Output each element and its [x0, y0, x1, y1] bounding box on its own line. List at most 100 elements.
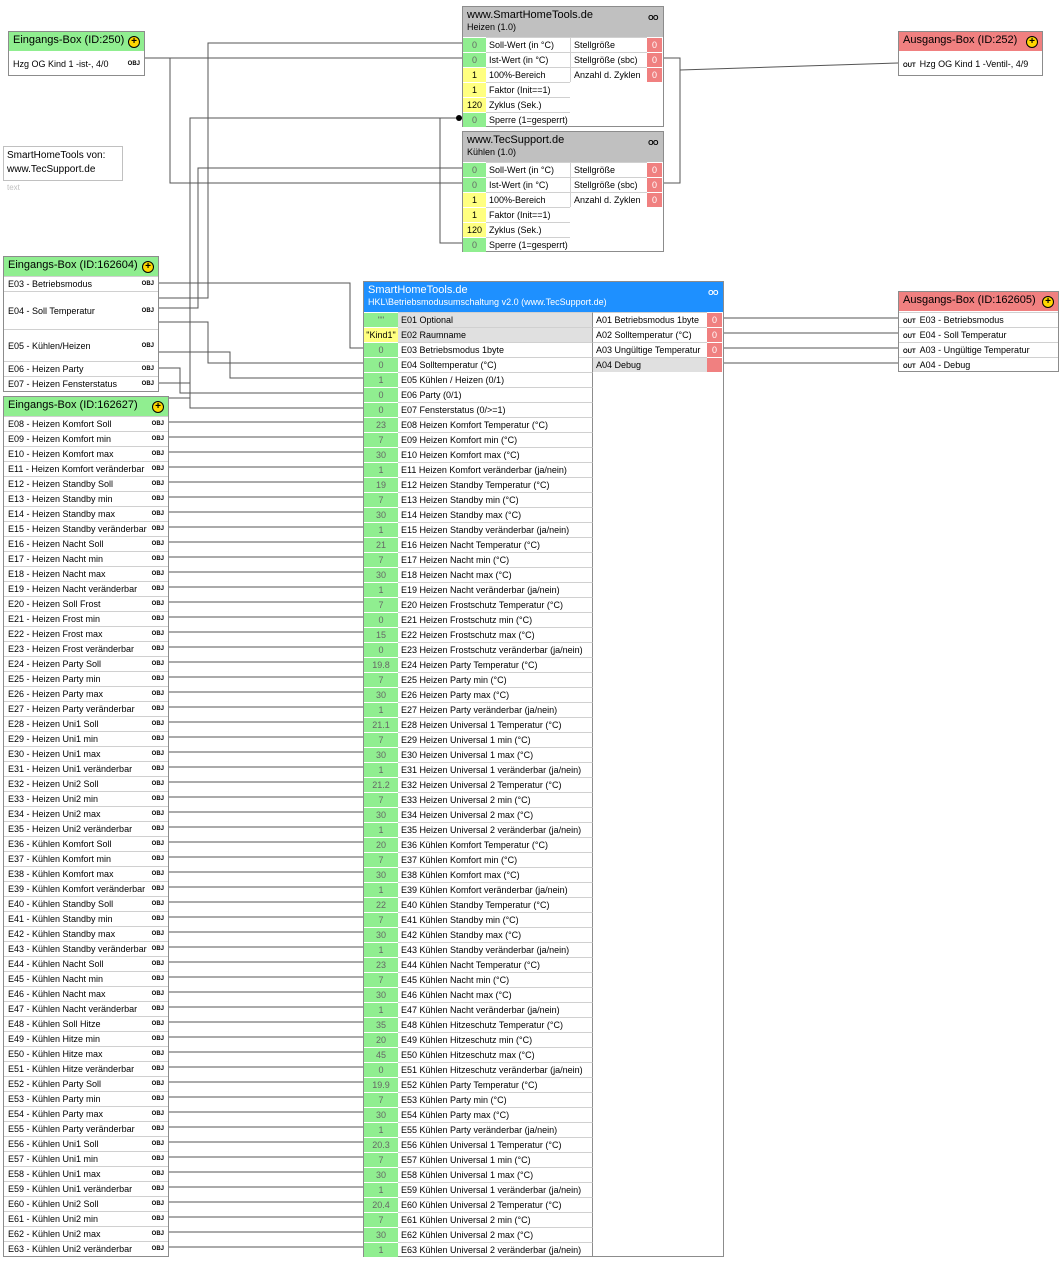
- output-value[interactable]: 0: [647, 162, 662, 177]
- module-options-icon[interactable]: OO: [648, 12, 658, 25]
- input-value[interactable]: 19: [364, 477, 398, 492]
- input-value[interactable]: 0: [463, 177, 486, 192]
- input-value[interactable]: 15: [364, 627, 398, 642]
- input-row[interactable]: E55 - Kühlen Party veränderbar OBJ: [4, 1121, 168, 1136]
- input-box-162627[interactable]: Eingangs-Box (ID:162627) + E08 - Heizen …: [3, 396, 169, 1257]
- module-options-icon[interactable]: OO: [708, 287, 718, 300]
- kuehlen-module[interactable]: www.TecSupport.de Kühlen (1.0) OO 0 Soll-…: [462, 131, 664, 252]
- input-row[interactable]: E23 - Heizen Frost veränderbar OBJ: [4, 641, 168, 656]
- input-row[interactable]: E47 - Kühlen Nacht veränderbar OBJ: [4, 1001, 168, 1016]
- add-icon[interactable]: +: [142, 261, 154, 273]
- input-value[interactable]: 0: [364, 387, 398, 402]
- input-row[interactable]: E54 - Kühlen Party max OBJ: [4, 1106, 168, 1121]
- input-row[interactable]: E21 - Heizen Frost min OBJ: [4, 611, 168, 626]
- input-value[interactable]: 0: [364, 642, 398, 657]
- input-value[interactable]: 7: [364, 552, 398, 567]
- input-value[interactable]: 1: [364, 372, 398, 387]
- output-value[interactable]: 0: [647, 67, 662, 82]
- input-row[interactable]: E26 - Heizen Party max OBJ: [4, 686, 168, 701]
- input-value[interactable]: 1: [463, 67, 486, 82]
- input-row[interactable]: E50 - Kühlen Hitze max OBJ: [4, 1046, 168, 1061]
- input-row[interactable]: E53 - Kühlen Party min OBJ: [4, 1091, 168, 1106]
- input-value[interactable]: 30: [364, 1107, 398, 1122]
- input-value[interactable]: 0: [463, 37, 486, 52]
- input-value[interactable]: 30: [364, 1227, 398, 1242]
- input-value[interactable]: 7: [364, 732, 398, 747]
- input-row[interactable]: E29 - Heizen Uni1 min OBJ: [4, 731, 168, 746]
- input-value[interactable]: 30: [364, 1167, 398, 1182]
- input-value[interactable]: 19.9: [364, 1077, 398, 1092]
- input-value[interactable]: 7: [364, 1092, 398, 1107]
- input-value[interactable]: 21: [364, 537, 398, 552]
- input-value[interactable]: 30: [364, 867, 398, 882]
- input-value[interactable]: 20.3: [364, 1137, 398, 1152]
- input-row[interactable]: E60 - Kühlen Uni2 Soll OBJ: [4, 1196, 168, 1211]
- input-value[interactable]: 0: [463, 112, 486, 127]
- input-row[interactable]: E44 - Kühlen Nacht Soll OBJ: [4, 956, 168, 971]
- add-icon[interactable]: +: [152, 401, 164, 413]
- input-row[interactable]: E59 - Kühlen Uni1 veränderbar OBJ: [4, 1181, 168, 1196]
- add-icon[interactable]: +: [1042, 296, 1054, 308]
- input-row[interactable]: E31 - Heizen Uni1 veränderbar OBJ: [4, 761, 168, 776]
- input-row[interactable]: E30 - Heizen Uni1 max OBJ: [4, 746, 168, 761]
- input-row[interactable]: E28 - Heizen Uni1 Soll OBJ: [4, 716, 168, 731]
- output-row[interactable]: OUT E03 - Betriebsmodus: [899, 312, 1058, 327]
- output-value[interactable]: 0: [707, 327, 722, 342]
- main-module-header[interactable]: SmartHomeTools.de HKL\Betriebsmodusumsch…: [364, 282, 723, 312]
- input-value[interactable]: 7: [364, 972, 398, 987]
- input-row[interactable]: E35 - Heizen Uni2 veränderbar OBJ: [4, 821, 168, 836]
- input-row[interactable]: E05 - Kühlen/Heizen OBJ: [4, 329, 158, 361]
- text-note[interactable]: SmartHomeTools von: www.TecSupport.de: [3, 146, 123, 181]
- input-row[interactable]: E16 - Heizen Nacht Soll OBJ: [4, 536, 168, 551]
- input-value[interactable]: 1: [364, 1122, 398, 1137]
- kuehlen-module-header[interactable]: www.TecSupport.de Kühlen (1.0) OO: [463, 132, 663, 162]
- input-box-250[interactable]: Eingangs-Box (ID:250) + Hzg OG Kind 1 -i…: [8, 31, 145, 76]
- input-value[interactable]: 1: [364, 822, 398, 837]
- input-row[interactable]: E58 - Kühlen Uni1 max OBJ: [4, 1166, 168, 1181]
- input-value[interactable]: 0: [364, 612, 398, 627]
- input-row[interactable]: E24 - Heizen Party Soll OBJ: [4, 656, 168, 671]
- input-row[interactable]: E52 - Kühlen Party Soll OBJ: [4, 1076, 168, 1091]
- input-row[interactable]: E63 - Kühlen Uni2 veränderbar OBJ: [4, 1241, 168, 1256]
- input-value[interactable]: 120: [463, 222, 486, 237]
- input-value[interactable]: 1: [463, 207, 486, 222]
- input-value[interactable]: "": [364, 312, 398, 327]
- input-row[interactable]: E37 - Kühlen Komfort min OBJ: [4, 851, 168, 866]
- input-value[interactable]: 23: [364, 417, 398, 432]
- input-row[interactable]: E13 - Heizen Standby min OBJ: [4, 491, 168, 506]
- add-icon[interactable]: +: [128, 36, 140, 48]
- input-row[interactable]: E18 - Heizen Nacht max OBJ: [4, 566, 168, 581]
- input-value[interactable]: 21.2: [364, 777, 398, 792]
- output-value[interactable]: [707, 357, 722, 372]
- input-row[interactable]: E38 - Kühlen Komfort max OBJ: [4, 866, 168, 881]
- input-value[interactable]: 7: [364, 597, 398, 612]
- input-value[interactable]: 7: [364, 1152, 398, 1167]
- input-box-162627-header[interactable]: Eingangs-Box (ID:162627) +: [4, 397, 168, 416]
- input-value[interactable]: 30: [364, 447, 398, 462]
- input-row[interactable]: E14 - Heizen Standby max OBJ: [4, 506, 168, 521]
- input-value[interactable]: 30: [364, 927, 398, 942]
- output-box-252-row[interactable]: OUT Hzg OG Kind 1 -Ventil-, 4/9: [899, 57, 1042, 72]
- input-value[interactable]: 20: [364, 1032, 398, 1047]
- output-box-162605-header[interactable]: Ausgangs-Box (ID:162605) +: [899, 292, 1058, 311]
- input-value[interactable]: 20.4: [364, 1197, 398, 1212]
- input-value[interactable]: 7: [364, 792, 398, 807]
- output-value[interactable]: 0: [647, 37, 662, 52]
- output-box-162605[interactable]: Ausgangs-Box (ID:162605) + OUT E03 - Betr…: [898, 291, 1059, 372]
- input-value[interactable]: 1: [364, 1002, 398, 1017]
- input-value[interactable]: 30: [364, 807, 398, 822]
- main-module[interactable]: SmartHomeTools.de HKL\Betriebsmodusumsch…: [363, 281, 724, 1257]
- input-value[interactable]: 1: [463, 192, 486, 207]
- input-value[interactable]: 7: [364, 852, 398, 867]
- input-value[interactable]: 30: [364, 747, 398, 762]
- input-row[interactable]: E39 - Kühlen Komfort veränderbar OBJ: [4, 881, 168, 896]
- input-value[interactable]: 0: [463, 162, 486, 177]
- input-row[interactable]: E25 - Heizen Party min OBJ: [4, 671, 168, 686]
- input-row[interactable]: E61 - Kühlen Uni2 min OBJ: [4, 1211, 168, 1226]
- input-row[interactable]: E08 - Heizen Komfort Soll OBJ: [4, 416, 168, 431]
- input-value[interactable]: 7: [364, 672, 398, 687]
- input-row[interactable]: E46 - Kühlen Nacht max OBJ: [4, 986, 168, 1001]
- input-value[interactable]: 1: [364, 762, 398, 777]
- input-value[interactable]: 30: [364, 567, 398, 582]
- output-value[interactable]: 0: [647, 52, 662, 67]
